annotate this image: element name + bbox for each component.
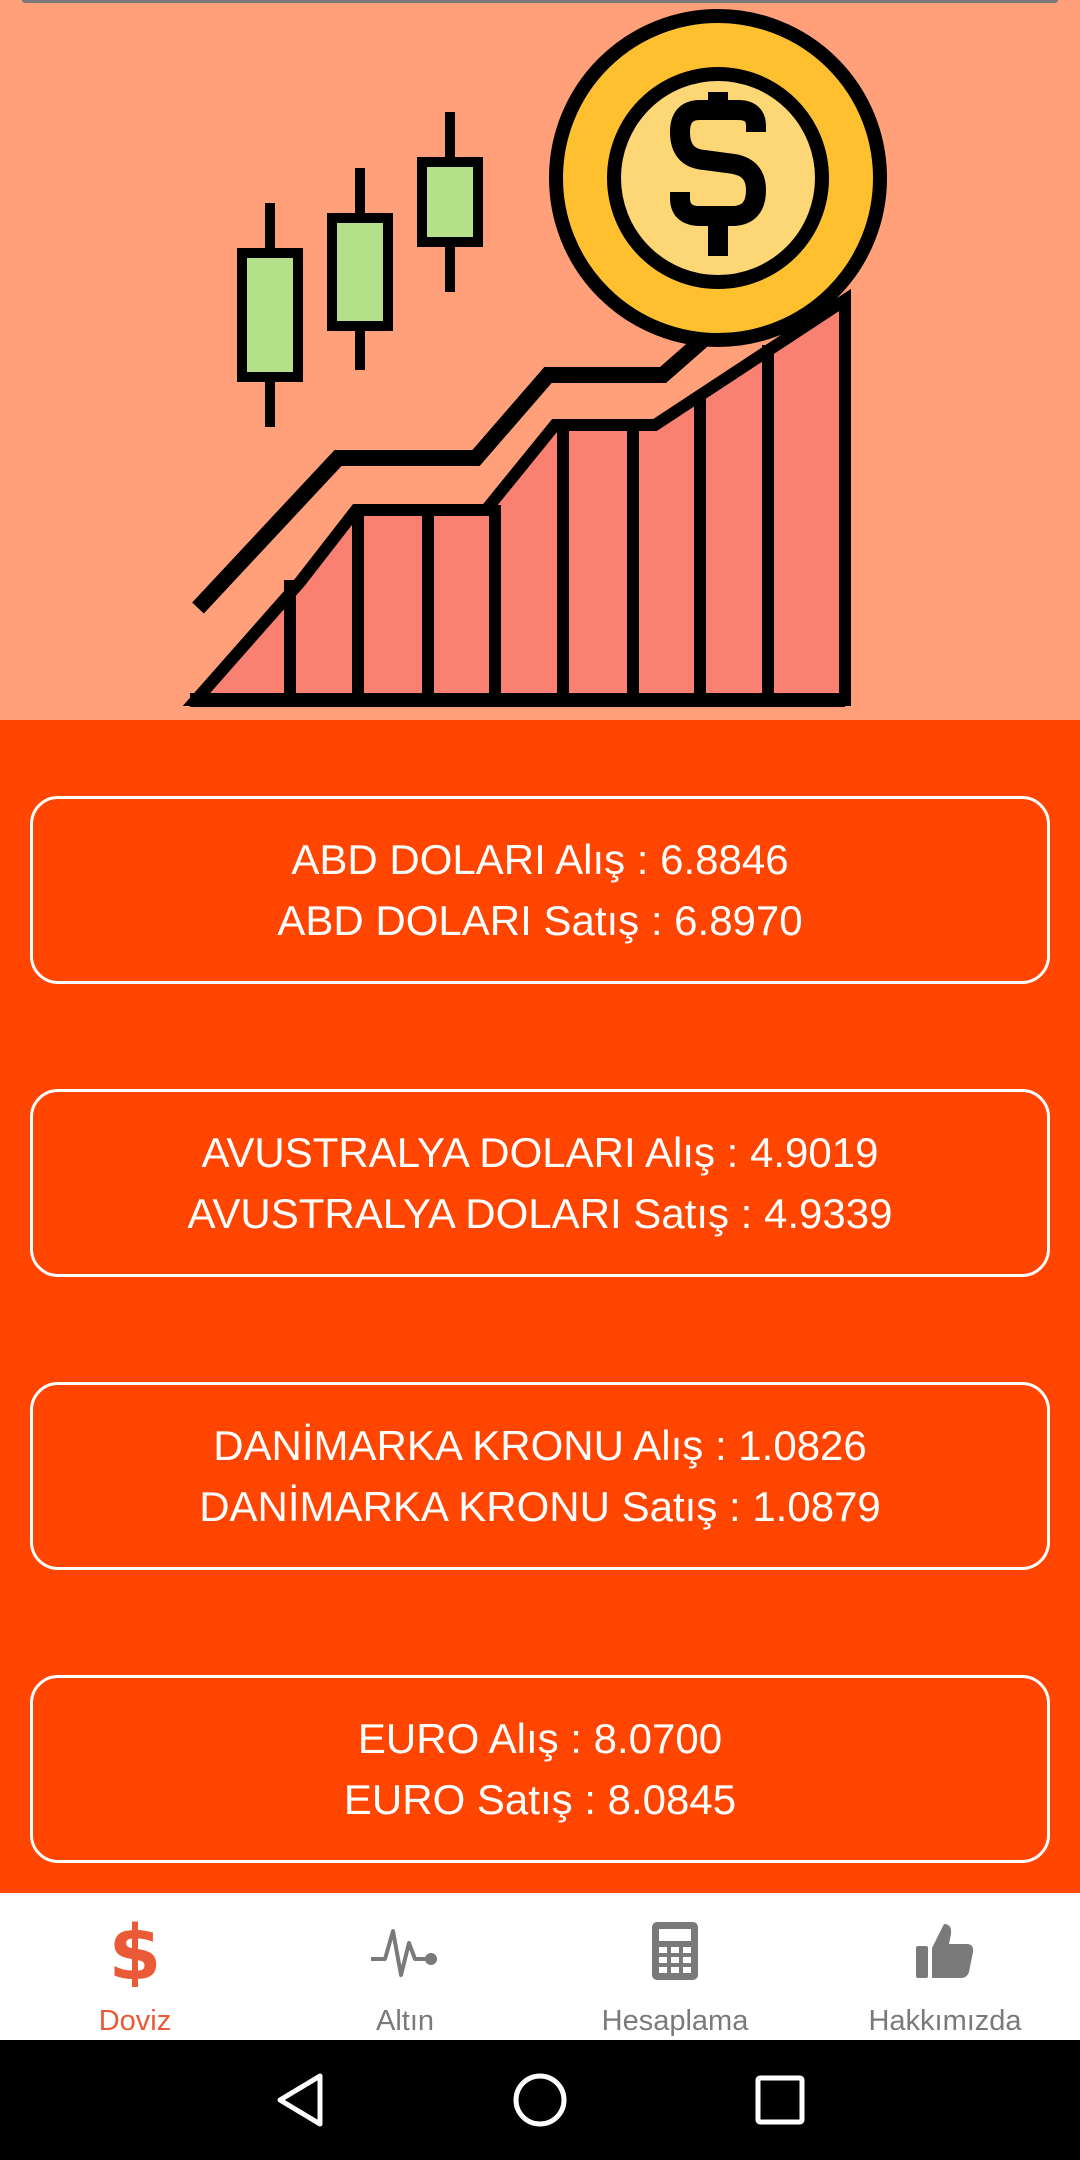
rate-card-eur[interactable]: EURO Alış : 8.0700 EURO Satış : 8.0845 [30, 1675, 1050, 1863]
rate-sell-label: DANİMARKA KRONU Satış : 1.0879 [199, 1483, 881, 1530]
dollar-icon: $ [95, 1911, 175, 1991]
rate-card-usd[interactable]: ABD DOLARI Alış : 6.8846 ABD DOLARI Satı… [30, 796, 1050, 984]
svg-text:$: $ [109, 1915, 162, 1987]
nav-label: Doviz [98, 2005, 172, 2037]
rate-buy-label: EURO Alış : 8.0700 [357, 1715, 723, 1762]
pulse-icon [365, 1911, 445, 1991]
nav-label: Hesaplama [601, 2005, 749, 2037]
system-navigation-bar [0, 2040, 1080, 2160]
coin-icon [549, 9, 887, 347]
rate-sell-label: EURO Satış : 8.0845 [343, 1776, 737, 1823]
back-icon[interactable] [268, 2068, 332, 2132]
nav-label: Hakkımızda [868, 2005, 1022, 2037]
recents-icon[interactable] [748, 2068, 812, 2132]
nav-label: Altın [375, 2005, 435, 2037]
rate-card-aud[interactable]: AVUSTRALYA DOLARI Alış : 4.9019 AVUSTRAL… [30, 1089, 1050, 1277]
finance-growth-illustration [182, 9, 887, 707]
calculator-icon [635, 1911, 715, 1991]
thumbs-up-icon [905, 1911, 985, 1991]
rate-buy-label: ABD DOLARI Alış : 6.8846 [291, 836, 789, 883]
hero-banner [0, 0, 1080, 720]
nav-item-altin[interactable]: Altın [270, 1893, 540, 2040]
rate-card-dkk[interactable]: DANİMARKA KRONU Alış : 1.0826 DANİMARKA … [30, 1382, 1050, 1570]
nav-item-hakkimizda[interactable]: Hakkımızda [810, 1893, 1080, 2040]
rate-buy-label: AVUSTRALYA DOLARI Alış : 4.9019 [201, 1129, 879, 1176]
rates-list: ABD DOLARI Alış : 6.8846 ABD DOLARI Satı… [0, 720, 1080, 1893]
bottom-navigation: $ Doviz Altın Hesaplama Hakkımızda [0, 1893, 1080, 2040]
home-icon[interactable] [508, 2068, 572, 2132]
rate-sell-label: AVUSTRALYA DOLARI Satış : 4.9339 [187, 1190, 893, 1237]
candlestick-icons [237, 112, 483, 427]
rate-buy-label: DANİMARKA KRONU Alış : 1.0826 [213, 1422, 867, 1469]
nav-item-doviz[interactable]: $ Doviz [0, 1893, 270, 2040]
rate-sell-label: ABD DOLARI Satış : 6.8970 [277, 897, 803, 944]
nav-item-hesaplama[interactable]: Hesaplama [540, 1893, 810, 2040]
app-screen: ABD DOLARI Alış : 6.8846 ABD DOLARI Satı… [0, 0, 1080, 2160]
